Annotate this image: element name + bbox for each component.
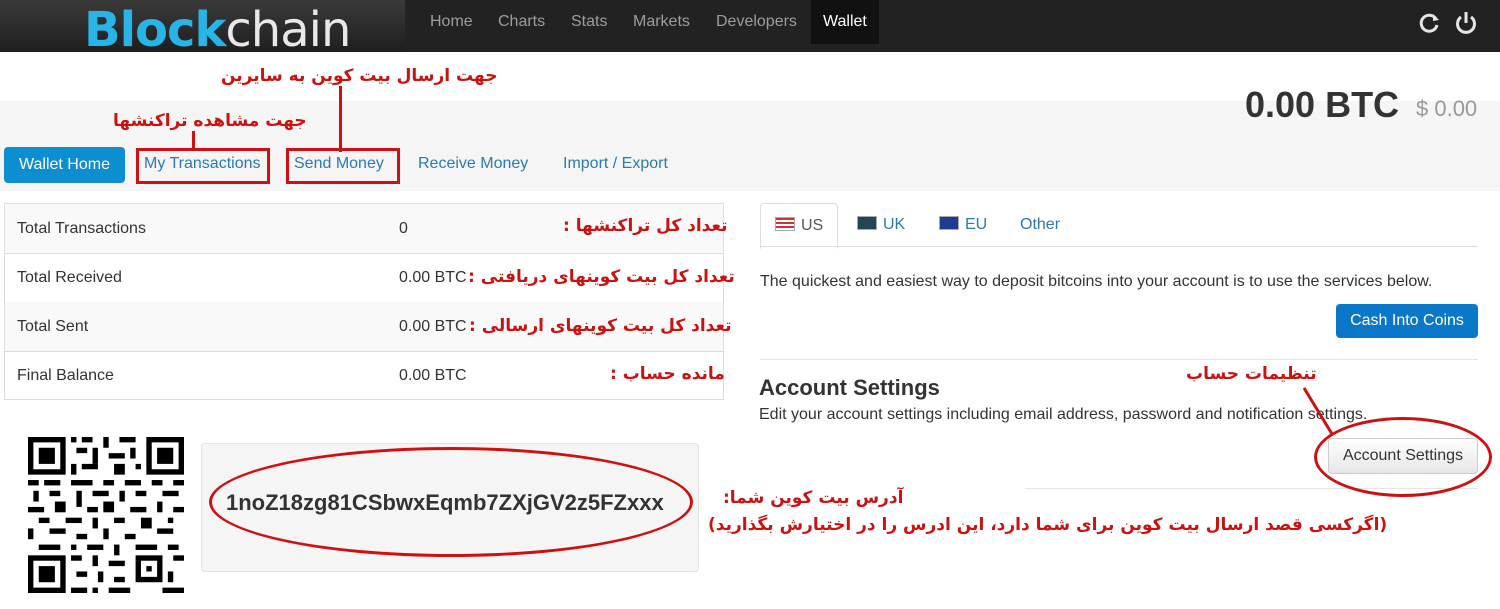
annotation-address-note: (اگرکسی قصد ارسال بیت کوین برای شما دارد…: [708, 515, 1388, 535]
nav-developers[interactable]: Developers: [716, 0, 797, 44]
import-export-link[interactable]: Import / Export: [563, 155, 668, 173]
nav-charts[interactable]: Charts: [498, 0, 545, 44]
stat-label: Total Sent: [17, 318, 89, 335]
account-settings-title: Account Settings: [759, 375, 940, 400]
stat-value: 0.00 BTC: [399, 367, 467, 384]
nav-wallet[interactable]: Wallet: [811, 0, 879, 44]
stat-label: Total Received: [17, 269, 122, 286]
us-flag-icon: [775, 217, 795, 231]
nav-markets[interactable]: Markets: [633, 0, 690, 44]
tab-eu[interactable]: EU: [939, 203, 987, 247]
stat-value: 0.00 BTC: [399, 318, 467, 335]
tab-other[interactable]: Other: [1020, 203, 1060, 247]
tab-us[interactable]: US: [760, 203, 839, 249]
account-settings-description: Edit your account settings including ema…: [759, 406, 1368, 423]
tab-uk[interactable]: UK: [857, 203, 905, 247]
deposit-description: The quickest and easiest way to deposit …: [760, 273, 1433, 290]
stat-value: 0.00 BTC: [399, 269, 467, 286]
annotation-box-transactions: [136, 148, 270, 184]
divider: [760, 359, 1478, 360]
annotation-pointer-send: [339, 86, 342, 152]
btc-balance[interactable]: 0.00 BTC: [1245, 84, 1399, 126]
annotation-account-settings: تنظیمات حساب: [1186, 364, 1317, 384]
eu-flag-icon: [939, 216, 959, 230]
stat-value: 0: [399, 220, 408, 237]
receive-money-link[interactable]: Receive Money: [418, 155, 528, 173]
stat-label: Total Transactions: [17, 220, 146, 237]
wallet-home-button[interactable]: Wallet Home: [4, 147, 125, 183]
annotation-final-balance: مانده حساب :: [610, 364, 725, 384]
nav-stats[interactable]: Stats: [571, 0, 607, 44]
annotation-box-send: [286, 148, 400, 184]
uk-flag-icon: [857, 216, 877, 230]
annotation-total-received: تعداد کل بیت کوینهای دریافتی :: [468, 267, 735, 287]
qr-code: [28, 437, 184, 593]
annotation-send-to-others: جهت ارسال بیت کوین به سایرین: [221, 66, 498, 86]
annotation-ellipse-address: [209, 447, 693, 557]
usd-balance[interactable]: $ 0.00: [1416, 96, 1477, 122]
annotation-total-transactions: تعداد کل تراکنشها :: [563, 216, 728, 236]
tab-divider: [760, 246, 1478, 247]
cash-into-coins-button[interactable]: Cash Into Coins: [1336, 304, 1478, 338]
annotation-your-address: آدرس بیت کوین شما:: [723, 488, 904, 508]
annotation-ellipse-settings: [1314, 417, 1492, 497]
annotation-total-sent: تعداد کل بیت کوینهای ارسالی :: [469, 316, 732, 336]
power-icon[interactable]: [1453, 10, 1479, 36]
nav-home[interactable]: Home: [430, 0, 473, 44]
blockchain-logo[interactable]: Blockchain: [84, 2, 351, 58]
stat-label: Final Balance: [17, 367, 114, 384]
annotation-view-transactions: جهت مشاهده تراکنشها: [113, 111, 307, 131]
refresh-icon[interactable]: [1416, 10, 1442, 36]
